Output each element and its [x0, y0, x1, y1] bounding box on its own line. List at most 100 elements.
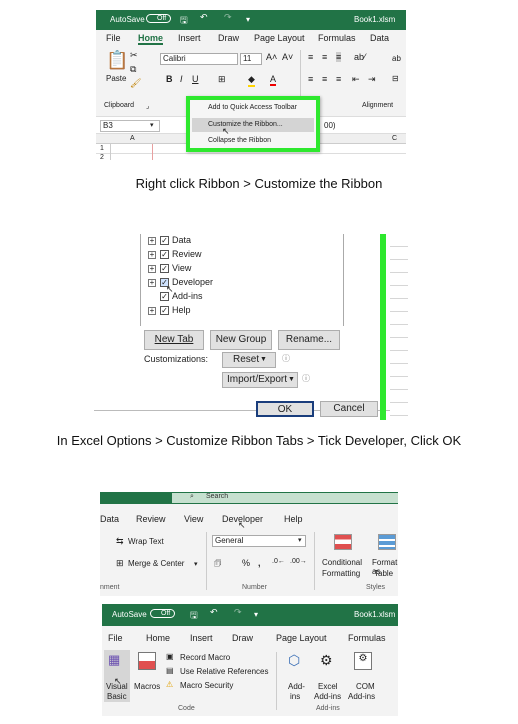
- checkbox-view[interactable]: ✓: [160, 264, 169, 273]
- number-format-box[interactable]: General: [212, 535, 306, 547]
- macro-security-label[interactable]: Macro Security: [180, 681, 233, 690]
- conditional-formatting-icon[interactable]: [334, 534, 352, 550]
- excel-add-ins-label[interactable]: Excel: [318, 682, 338, 691]
- relative-references-label[interactable]: Use Relative References: [180, 667, 268, 676]
- percent-button[interactable]: %: [242, 558, 250, 568]
- tab-view[interactable]: View: [184, 514, 203, 524]
- dialog-launcher-icon[interactable]: ⌟: [146, 102, 149, 110]
- tab-insert[interactable]: Insert: [178, 33, 201, 43]
- tab-draw[interactable]: Draw: [218, 33, 239, 43]
- menu-item-customize-ribbon[interactable]: Customize the Ribbon...: [208, 121, 283, 128]
- macros-icon[interactable]: [138, 652, 156, 670]
- checkbox-review[interactable]: ✓: [160, 250, 169, 259]
- align-middle-icon[interactable]: ≡: [322, 52, 327, 62]
- comma-style-icon[interactable]: ,: [258, 558, 261, 568]
- save-icon[interactable]: 🖫: [180, 13, 188, 29]
- qat-dropdown-icon[interactable]: ▾: [246, 15, 250, 24]
- column-header-a[interactable]: A: [130, 135, 135, 142]
- align-left-icon[interactable]: ≡: [308, 74, 313, 84]
- align-center-icon[interactable]: ≡: [322, 74, 327, 84]
- align-right-icon[interactable]: ≡: [336, 74, 341, 84]
- font-color-icon[interactable]: A: [270, 74, 277, 86]
- name-box-dropdown-icon[interactable]: ▾: [150, 121, 154, 129]
- add-ins-icon[interactable]: ⬡: [288, 652, 300, 669]
- font-name-box[interactable]: Calibri: [160, 53, 238, 65]
- align-top-icon[interactable]: ≡: [308, 52, 313, 62]
- borders-icon[interactable]: ⊞: [218, 74, 226, 85]
- com-add-ins-label[interactable]: COM: [356, 682, 375, 691]
- wrap-text-icon[interactable]: ⇆: [116, 536, 124, 547]
- expand-icon[interactable]: +: [148, 279, 156, 287]
- conditional-label[interactable]: Conditional: [322, 558, 362, 567]
- undo-icon[interactable]: ↶: [210, 607, 218, 618]
- expand-icon[interactable]: +: [148, 251, 156, 259]
- tab-review[interactable]: Review: [136, 514, 166, 524]
- tab-page-layout[interactable]: Page Layout: [276, 633, 327, 643]
- copy-icon[interactable]: ⧉: [130, 64, 136, 75]
- decrease-indent-icon[interactable]: ⇤: [352, 74, 360, 85]
- tab-formulas[interactable]: Formulas: [318, 33, 356, 43]
- format-painter-icon[interactable]: 🖌: [130, 78, 141, 89]
- menu-item-collapse-ribbon[interactable]: Collapse the Ribbon: [208, 137, 271, 144]
- tab-formulas[interactable]: Formulas: [348, 633, 386, 643]
- checkbox-help[interactable]: ✓: [160, 306, 169, 315]
- cancel-button[interactable]: Cancel: [320, 401, 378, 417]
- formula-text[interactable]: 00): [324, 121, 336, 130]
- tab-home[interactable]: Home: [138, 33, 164, 45]
- bold-icon[interactable]: B: [166, 74, 173, 84]
- chevron-down-icon[interactable]: ▾: [194, 560, 198, 568]
- merge-center-icon[interactable]: ⊞: [116, 558, 124, 569]
- font-size-box[interactable]: 11: [240, 53, 262, 65]
- rename-button[interactable]: Rename...: [278, 330, 340, 350]
- tab-file[interactable]: File: [108, 633, 123, 643]
- increase-decimal-icon[interactable]: .0←: [272, 558, 285, 565]
- merge-icon[interactable]: ⊟: [392, 74, 399, 83]
- record-macro-icon[interactable]: ▣: [166, 652, 174, 661]
- fill-color-icon[interactable]: ◆: [248, 74, 255, 87]
- import-export-button[interactable]: Import/Export: [222, 372, 298, 388]
- row-header[interactable]: 2: [100, 154, 104, 160]
- com-add-ins-label-2[interactable]: Add-ins: [348, 692, 375, 701]
- paste-label[interactable]: Paste: [106, 74, 126, 83]
- redo-icon[interactable]: ↷: [234, 607, 242, 618]
- shrink-font-icon[interactable]: A˅: [282, 52, 293, 62]
- add-ins-label[interactable]: Add-: [288, 682, 305, 691]
- increase-indent-icon[interactable]: ⇥: [368, 74, 376, 85]
- com-add-ins-icon[interactable]: ⚙: [354, 652, 372, 670]
- italic-icon[interactable]: I: [180, 74, 183, 84]
- expand-icon[interactable]: +: [148, 265, 156, 273]
- menu-item-add-to-qat[interactable]: Add to Quick Access Toolbar: [208, 104, 297, 111]
- accounting-format-icon[interactable]: 🗊: [214, 558, 221, 572]
- ok-button[interactable]: OK: [256, 401, 314, 417]
- tab-draw[interactable]: Draw: [232, 633, 253, 643]
- excel-add-ins-label-2[interactable]: Add-ins: [314, 692, 341, 701]
- checkbox-data[interactable]: ✓: [160, 236, 169, 245]
- orientation-icon[interactable]: ab⁄: [354, 52, 366, 62]
- redo-icon[interactable]: ↷: [224, 12, 232, 23]
- tab-file[interactable]: File: [106, 33, 121, 43]
- tab-data[interactable]: Data: [100, 514, 119, 524]
- tab-page-layout[interactable]: Page Layout: [254, 33, 305, 43]
- table-label[interactable]: Table: [374, 569, 393, 578]
- tab-help[interactable]: Help: [284, 514, 303, 524]
- cut-icon[interactable]: ✂: [130, 50, 138, 61]
- column-header-c[interactable]: C: [392, 135, 397, 142]
- new-group-button[interactable]: New Group: [210, 330, 272, 350]
- format-table-icon[interactable]: [378, 534, 396, 550]
- macros-label[interactable]: Macros: [134, 682, 160, 691]
- save-icon[interactable]: 🖫: [190, 608, 198, 624]
- undo-icon[interactable]: ↶: [200, 12, 208, 23]
- gear-icon[interactable]: ⚙: [320, 652, 333, 669]
- add-ins-label-2[interactable]: ins: [290, 692, 300, 701]
- chevron-down-icon[interactable]: ▾: [298, 536, 302, 544]
- underline-icon[interactable]: U: [192, 74, 199, 84]
- warning-icon[interactable]: ⚠: [166, 680, 173, 689]
- tab-data[interactable]: Data: [370, 33, 389, 43]
- tab-home[interactable]: Home: [146, 633, 170, 643]
- expand-icon[interactable]: +: [148, 307, 156, 315]
- merge-center-label[interactable]: Merge & Center: [128, 559, 184, 568]
- formatting-label[interactable]: Formatting: [322, 569, 360, 578]
- wrap-text-icon[interactable]: ab: [392, 54, 401, 63]
- expand-icon[interactable]: +: [148, 237, 156, 245]
- qat-dropdown-icon[interactable]: ▾: [254, 610, 258, 619]
